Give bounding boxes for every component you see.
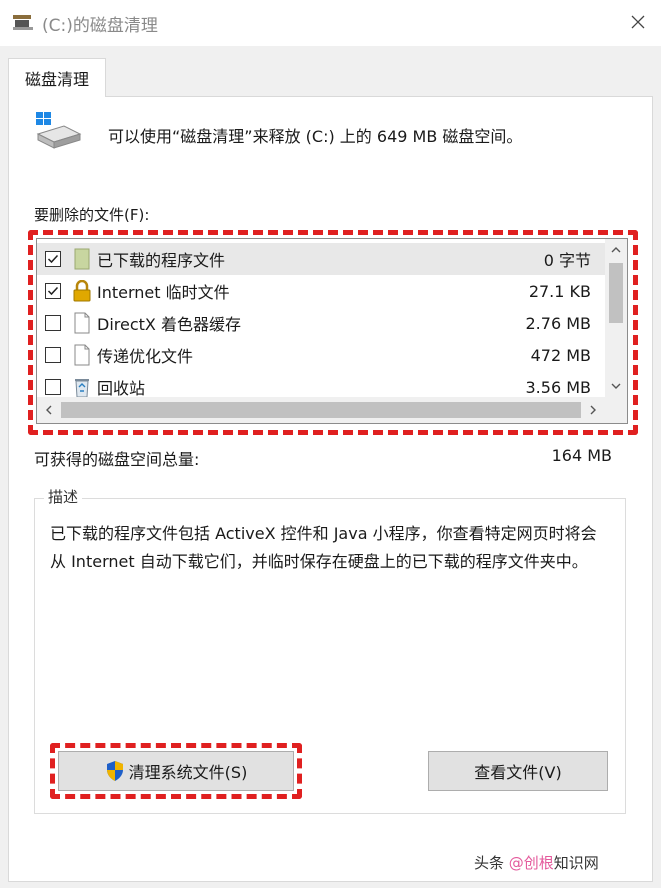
cleanup-system-files-button[interactable]: 清理系统文件(S) [58,751,294,791]
view-files-button[interactable]: 查看文件(V) [428,751,608,791]
recycle-bin-icon [71,375,93,399]
close-button[interactable] [615,0,661,46]
file-category-size: 472 MB [530,345,591,365]
window-title: (C:)的磁盘清理 [42,16,158,36]
checkbox[interactable] [45,347,61,363]
list-item[interactable]: DirectX 着色器缓存 2.76 MB [37,307,605,339]
folder-icon [71,247,93,271]
description-legend: 描述 [44,486,83,507]
file-category-name: 回收站 [97,379,146,398]
horizontal-scroll-thumb[interactable] [61,402,581,418]
watermark-suffix: 知识网 [553,854,599,872]
file-category-size: 3.56 MB [525,377,592,397]
checkbox[interactable] [45,379,61,395]
description-text: 已下载的程序文件包括 ActiveX 控件和 Java 小程序，你查看特定网页时… [50,524,597,571]
document-icon [71,343,93,367]
list-item[interactable]: 已下载的程序文件 0 字节 [37,243,605,275]
watermark: 头条 @创根知识网 [474,852,599,873]
tab-disk-cleanup[interactable]: 磁盘清理 [8,58,106,97]
file-category-name: 已下载的程序文件 [97,251,226,270]
drive-icon [34,110,82,152]
horizontal-scrollbar[interactable] [37,397,627,423]
file-category-size: 2.76 MB [525,313,592,333]
file-category-name: DirectX 着色器缓存 [97,315,241,334]
disk-cleanup-icon [12,12,34,32]
files-to-delete-label: 要删除的文件(F): [34,206,150,224]
checkbox[interactable] [45,251,61,267]
vertical-scroll-thumb[interactable] [609,263,623,323]
view-files-label: 查看文件(V) [474,763,562,782]
file-category-name: 传递优化文件 [97,347,194,366]
file-category-size: 27.1 KB [528,281,591,301]
file-category-size: 0 字节 [543,251,591,270]
watermark-brand: @创根 [508,854,554,872]
tab-label: 磁盘清理 [24,70,89,89]
watermark-prefix: 头条 [474,854,509,872]
list-item[interactable]: Internet 临时文件 27.1 KB [37,275,605,307]
close-icon [631,14,645,33]
document-icon [71,311,93,335]
summary-text: 可以使用“磁盘清理”来释放 (C:) 上的 649 MB 磁盘空间。 [108,127,523,146]
title-bar: (C:)的磁盘清理 [0,0,661,46]
uac-shield-icon [105,760,125,782]
scroll-right-icon[interactable] [581,397,605,423]
scroll-left-icon[interactable] [37,397,61,423]
total-space-label: 可获得的磁盘空间总量: [34,450,200,469]
files-listbox[interactable]: 已下载的程序文件 0 字节 Internet 临时文件 27.1 KB Dire… [36,238,628,424]
list-item[interactable]: 传递优化文件 472 MB [37,339,605,371]
lock-icon [71,279,93,303]
total-space-value: 164 MB [551,446,612,465]
scroll-up-icon[interactable] [605,239,627,261]
vertical-scrollbar[interactable] [605,239,627,397]
checkbox[interactable] [45,283,61,299]
checkbox[interactable] [45,315,61,331]
file-category-name: Internet 临时文件 [97,283,230,302]
scroll-down-icon[interactable] [605,375,627,397]
cleanup-system-files-label: 清理系统文件(S) [128,763,248,782]
